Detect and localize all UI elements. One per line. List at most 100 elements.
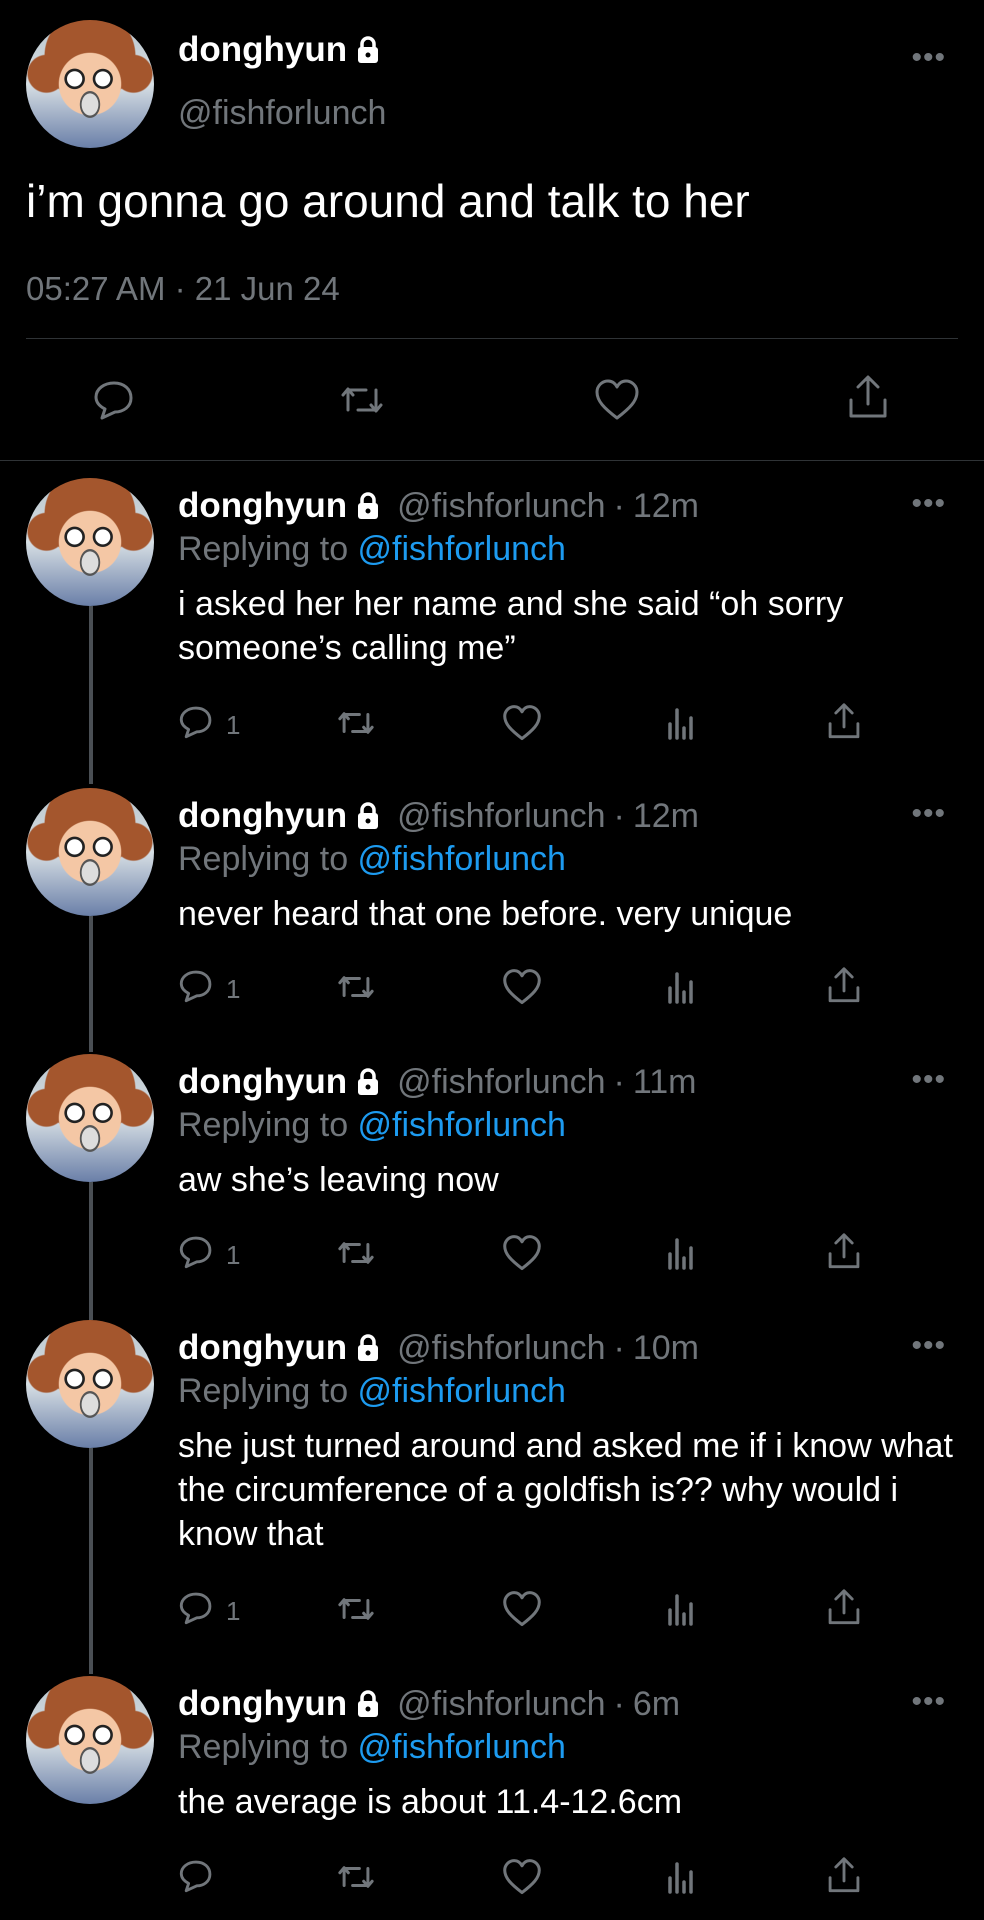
reply-icon[interactable] xyxy=(92,378,136,422)
share-icon[interactable] xyxy=(826,966,862,1006)
reply-text: she just turned around and asked me if i… xyxy=(178,1427,953,1553)
views-icon[interactable] xyxy=(666,1858,696,1894)
reply-icon[interactable] xyxy=(178,1590,214,1626)
more-icon[interactable]: ••• xyxy=(911,1331,946,1361)
reply-icon[interactable] xyxy=(178,1858,214,1894)
author-name[interactable]: donghyun xyxy=(178,1328,347,1368)
reply-tweet[interactable]: donghyun @fishforlunch · 11m ••• Replyin… xyxy=(0,1054,984,1304)
mention-link[interactable]: @fishforlunch xyxy=(358,840,566,878)
replying-to: Replying to @fishforlunch xyxy=(178,840,566,879)
author-handle[interactable]: @fishforlunch xyxy=(178,94,386,133)
share-icon[interactable] xyxy=(826,1232,862,1272)
like-icon[interactable] xyxy=(594,378,640,422)
avatar[interactable] xyxy=(26,1054,154,1182)
reply-actions: 1 xyxy=(0,1588,984,1638)
retweet-icon[interactable] xyxy=(336,970,376,1004)
author-handle[interactable]: @fishforlunch xyxy=(397,487,605,526)
mention-link[interactable]: @fishforlunch xyxy=(358,1106,566,1144)
views-icon[interactable] xyxy=(666,1590,696,1626)
lock-icon xyxy=(353,1689,383,1719)
divider xyxy=(26,338,958,339)
share-icon[interactable] xyxy=(826,1588,862,1628)
share-icon[interactable] xyxy=(846,374,890,422)
replying-prefix: Replying to xyxy=(178,1372,358,1410)
more-icon[interactable]: ••• xyxy=(911,489,946,519)
main-tweet: donghyun @fishforlunch ••• i’m gonna go … xyxy=(0,0,984,460)
reply-icon[interactable] xyxy=(178,704,214,740)
tweet-text: i’m gonna go around and talk to her xyxy=(26,175,750,227)
views-icon[interactable] xyxy=(666,1234,696,1270)
reply-count: 1 xyxy=(226,1240,241,1270)
author-name[interactable]: donghyun xyxy=(178,30,347,70)
reply-actions: 1 xyxy=(0,1232,984,1282)
like-icon[interactable] xyxy=(502,968,542,1006)
author-name-row[interactable]: donghyun xyxy=(178,30,383,70)
mention-link[interactable]: @fishforlunch xyxy=(358,1728,566,1766)
reply-text: i asked her her name and she said “oh so… xyxy=(178,585,844,667)
author-handle[interactable]: @fishforlunch xyxy=(397,1329,605,1368)
reply-tweet[interactable]: donghyun @fishforlunch · 6m ••• Replying… xyxy=(0,1676,984,1920)
retweet-icon[interactable] xyxy=(336,1860,376,1894)
author-handle[interactable]: @fishforlunch xyxy=(397,797,605,836)
lock-icon xyxy=(353,1333,383,1363)
retweet-icon[interactable] xyxy=(336,706,376,740)
separator-dot: · xyxy=(613,1684,625,1723)
author-handle[interactable]: @fishforlunch xyxy=(397,1063,605,1102)
reply-icon[interactable] xyxy=(178,1234,214,1270)
avatar[interactable] xyxy=(26,1676,154,1804)
mention-link[interactable]: @fishforlunch xyxy=(358,1372,566,1410)
reply-tweet[interactable]: donghyun @fishforlunch · 10m ••• Replyin… xyxy=(0,1320,984,1650)
author-name[interactable]: donghyun xyxy=(178,1062,347,1102)
reply-header: donghyun @fishforlunch · 11m xyxy=(178,1062,696,1102)
author-handle[interactable]: @fishforlunch xyxy=(397,1685,605,1724)
reply-header: donghyun @fishforlunch · 12m xyxy=(178,486,699,526)
reply-time[interactable]: 12m xyxy=(633,797,699,836)
more-icon[interactable]: ••• xyxy=(911,799,946,829)
reply-time[interactable]: 11m xyxy=(633,1063,697,1102)
like-icon[interactable] xyxy=(502,1590,542,1628)
tweet-timestamp[interactable]: 05:27 AM · 21 Jun 24 xyxy=(26,270,340,308)
separator-dot: · xyxy=(613,1328,625,1367)
views-icon[interactable] xyxy=(666,704,696,740)
lock-icon xyxy=(353,801,383,831)
avatar[interactable] xyxy=(26,1320,154,1448)
author-name[interactable]: donghyun xyxy=(178,796,347,836)
reply-icon[interactable] xyxy=(178,968,214,1004)
share-icon[interactable] xyxy=(826,702,862,742)
like-icon[interactable] xyxy=(502,1858,542,1896)
reply-tweet[interactable]: donghyun @fishforlunch · 12m ••• Replyin… xyxy=(0,478,984,768)
avatar[interactable] xyxy=(26,20,154,148)
like-icon[interactable] xyxy=(502,1234,542,1272)
reply-header: donghyun @fishforlunch · 10m xyxy=(178,1328,699,1368)
author-name[interactable]: donghyun xyxy=(178,1684,347,1724)
author-name[interactable]: donghyun xyxy=(178,486,347,526)
lock-icon xyxy=(353,491,383,521)
retweet-icon[interactable] xyxy=(336,1592,376,1626)
share-icon[interactable] xyxy=(826,1856,862,1896)
more-icon[interactable]: ••• xyxy=(911,43,946,73)
avatar[interactable] xyxy=(26,478,154,606)
avatar[interactable] xyxy=(26,788,154,916)
more-icon[interactable]: ••• xyxy=(911,1687,946,1717)
reply-text: never heard that one before. very unique xyxy=(178,895,793,933)
reply-count: 1 xyxy=(226,710,241,740)
like-icon[interactable] xyxy=(502,704,542,742)
views-icon[interactable] xyxy=(666,968,696,1004)
retweet-icon[interactable] xyxy=(340,380,384,420)
replying-prefix: Replying to xyxy=(178,1106,358,1144)
replying-prefix: Replying to xyxy=(178,1728,358,1766)
reply-count: 1 xyxy=(226,974,241,1004)
lock-icon xyxy=(353,1067,383,1097)
more-icon[interactable]: ••• xyxy=(911,1065,946,1095)
separator-dot: · xyxy=(613,1062,625,1101)
mention-link[interactable]: @fishforlunch xyxy=(358,530,566,568)
replying-to: Replying to @fishforlunch xyxy=(178,1106,566,1145)
reply-tweet[interactable]: donghyun @fishforlunch · 12m ••• Replyin… xyxy=(0,788,984,1038)
retweet-icon[interactable] xyxy=(336,1236,376,1270)
replying-to: Replying to @fishforlunch xyxy=(178,1372,566,1411)
reply-header: donghyun @fishforlunch · 6m xyxy=(178,1684,680,1724)
reply-actions xyxy=(0,1856,984,1906)
reply-time[interactable]: 10m xyxy=(633,1329,699,1368)
reply-time[interactable]: 6m xyxy=(633,1685,680,1724)
reply-time[interactable]: 12m xyxy=(633,487,699,526)
